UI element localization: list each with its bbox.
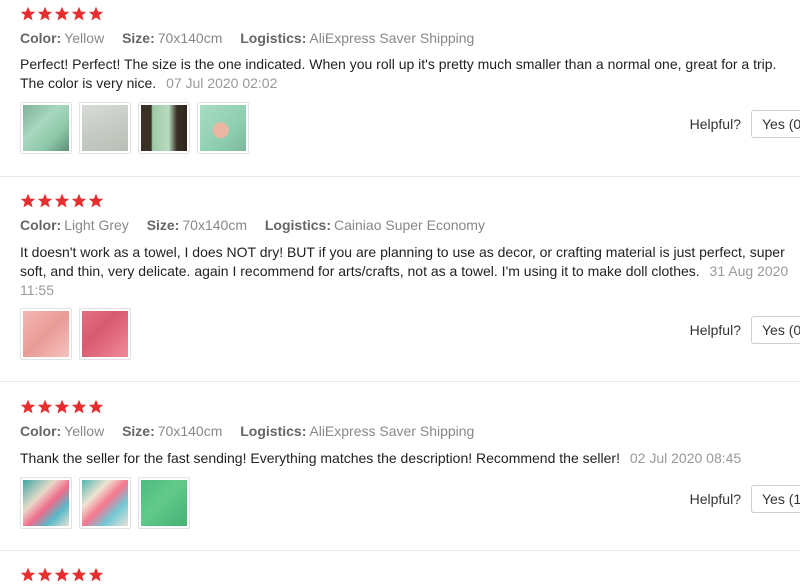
review-divider	[0, 381, 800, 382]
review-photo-thumbnail[interactable]	[138, 477, 190, 529]
helpful-section: Helpful? Yes (1)	[690, 485, 800, 513]
review-divider	[0, 176, 800, 177]
review-photos	[20, 477, 190, 529]
star-icon	[88, 399, 104, 414]
star-icon	[71, 567, 87, 582]
review-photo-thumbnail[interactable]	[79, 102, 131, 154]
size-value: 70x140cm	[182, 217, 247, 233]
star-icon	[20, 567, 36, 582]
star-icon	[88, 193, 104, 208]
review-photo-thumbnail[interactable]	[20, 477, 72, 529]
size-value: 70x140cm	[157, 30, 223, 46]
size-label: Size:	[122, 30, 155, 46]
star-icon	[54, 193, 70, 208]
helpful-yes-button[interactable]: Yes (0)	[751, 110, 800, 138]
star-icon	[20, 399, 36, 414]
logistics-label: Logistics:	[240, 30, 307, 46]
rating-stars	[20, 193, 104, 209]
star-icon	[54, 567, 70, 582]
review-photo-thumbnail[interactable]	[20, 308, 72, 360]
mint-towel-photo	[23, 105, 69, 151]
logistics-value: AliExpress Saver Shipping	[309, 30, 475, 46]
helpful-label: Helpful?	[689, 322, 741, 338]
star-icon	[54, 6, 70, 21]
review-body: It doesn't work as a towel, I does NOT d…	[20, 244, 785, 279]
star-icon	[88, 567, 104, 582]
package-photo	[23, 480, 69, 526]
color-value: Yellow	[64, 30, 105, 46]
star-icon	[20, 6, 36, 21]
rating-stars	[20, 567, 104, 583]
review-photos	[20, 308, 131, 360]
color-value: Yellow	[64, 423, 105, 439]
star-icon	[71, 193, 87, 208]
star-icon	[37, 399, 53, 414]
color-label: Color:	[20, 30, 62, 46]
helpful-section: Helpful? Yes (0)	[690, 110, 800, 138]
review-body: Perfect! Perfect! The size is the one in…	[20, 56, 777, 91]
pink-towel-photo	[82, 311, 128, 357]
review-sku-info: Color: Light Grey Size: 70x140cm Logistics…	[20, 217, 499, 233]
star-icon	[88, 6, 104, 21]
color-label: Color:	[20, 423, 62, 439]
review-date: 07 Jul 2020 02:02	[166, 75, 278, 91]
helpful-yes-button[interactable]: Yes (1)	[751, 485, 800, 513]
review-photo-thumbnail[interactable]	[197, 102, 249, 154]
pink-towel-photo	[23, 311, 69, 357]
review-photos	[20, 102, 249, 154]
star-icon	[37, 6, 53, 21]
rating-stars	[20, 6, 104, 22]
package-photo	[82, 480, 128, 526]
review-divider	[0, 550, 800, 551]
star-icon	[37, 567, 53, 582]
helpful-yes-button[interactable]: Yes (0)	[751, 316, 800, 344]
review-photo-thumbnail[interactable]	[79, 308, 131, 360]
review-sku-info: Color: Yellow Size: 70x140cm Logistics: Ali…	[20, 423, 488, 439]
helpful-label: Helpful?	[689, 116, 741, 132]
review-photo-thumbnail[interactable]	[79, 477, 131, 529]
helpful-section: Helpful? Yes (0)	[690, 316, 800, 344]
green-towel-photo	[141, 105, 187, 151]
review-text: It doesn't work as a towel, I does NOT d…	[20, 243, 790, 300]
rating-stars	[20, 399, 104, 415]
towel-in-hand-photo	[200, 105, 246, 151]
review-photo-thumbnail[interactable]	[20, 102, 72, 154]
star-icon	[71, 399, 87, 414]
review-text: Thank the seller for the fast sending! E…	[20, 449, 790, 468]
review-sku-info: Color: Yellow Size: 70x140cm Logistics: Ali…	[20, 30, 488, 46]
size-value: 70x140cm	[157, 423, 223, 439]
star-icon	[20, 193, 36, 208]
review-date: 02 Jul 2020 08:45	[629, 450, 742, 466]
size-label: Size:	[122, 423, 155, 439]
color-value: Light Grey	[64, 217, 129, 233]
green-towel-photo	[141, 480, 187, 526]
grey-towel-photo	[82, 105, 128, 151]
logistics-label: Logistics:	[264, 217, 331, 233]
review-text: Perfect! Perfect! The size is the one in…	[20, 55, 790, 93]
helpful-label: Helpful?	[689, 491, 741, 507]
star-icon	[54, 399, 70, 414]
logistics-value: Cainiao Super Economy	[334, 217, 485, 233]
star-icon	[71, 6, 87, 21]
review-body: Thank the seller for the fast sending! E…	[20, 450, 620, 466]
star-icon	[37, 193, 53, 208]
logistics-label: Logistics:	[240, 423, 307, 439]
review-photo-thumbnail[interactable]	[138, 102, 190, 154]
color-label: Color:	[20, 217, 62, 233]
size-label: Size:	[146, 217, 180, 233]
logistics-value: AliExpress Saver Shipping	[309, 423, 475, 439]
